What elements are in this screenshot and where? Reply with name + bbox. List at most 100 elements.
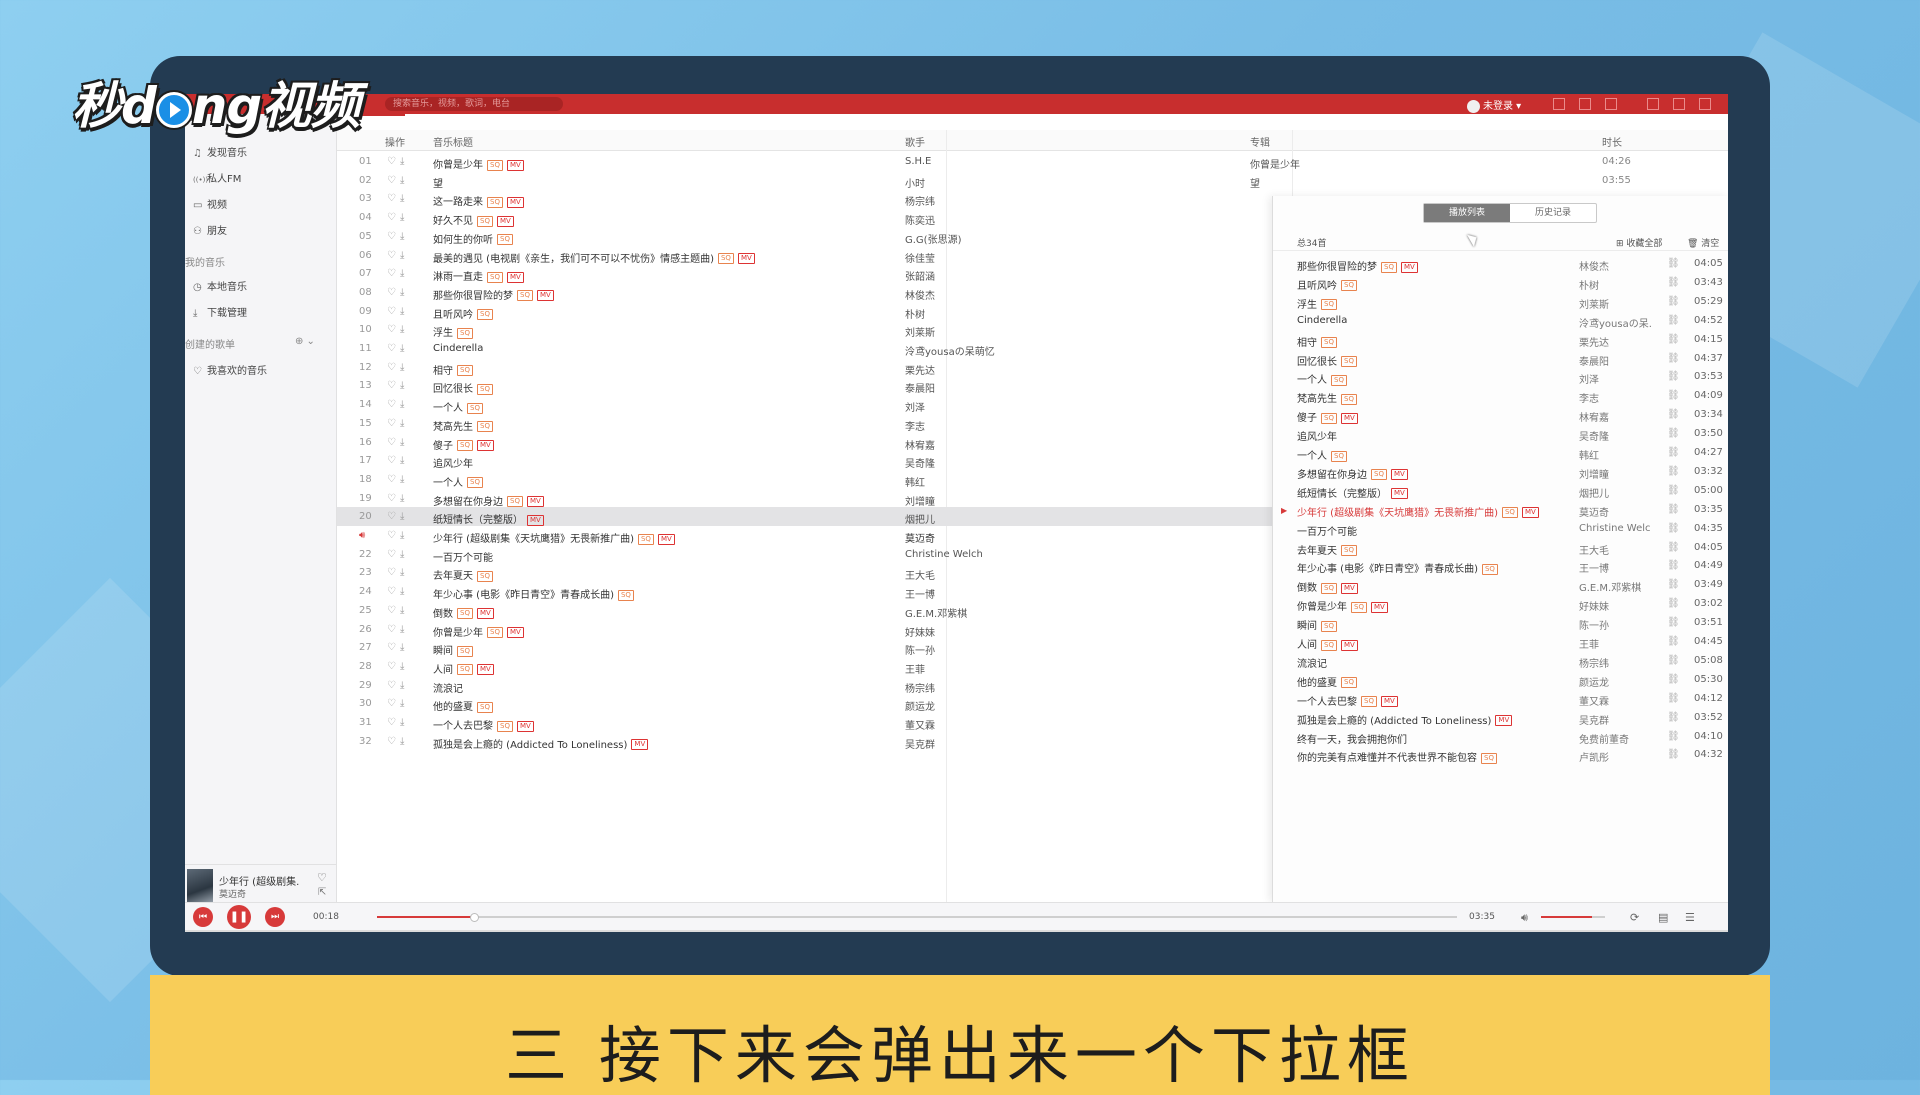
song-artist[interactable]: 王大毛 [905,567,935,582]
sidebar-item-friends[interactable]: ⚇ 朋友 [193,222,227,237]
playlist-song-title[interactable]: 一个人 SQ [1297,371,1347,386]
song-title[interactable]: 一个人 SQ [433,474,483,489]
song-artist[interactable]: 朴树 [905,306,925,321]
link-icon[interactable]: ⛓︎ [1667,466,1680,477]
row-actions[interactable]: ♡⤓ [387,268,408,279]
song-title[interactable]: 纸短情长（完整版） MV [433,511,544,526]
user-menu[interactable]: 未登录 ▾ [1467,97,1521,113]
like-heart-icon[interactable]: ♡ [387,399,400,410]
like-heart-icon[interactable]: ♡ [387,605,400,616]
download-icon[interactable]: ⤓ [400,698,408,709]
song-title[interactable]: 流浪记 [433,680,463,695]
playlist-song-title[interactable]: 终有一天，我会拥抱你们 [1297,731,1407,746]
playlist-song-artist[interactable]: 杨宗纬 [1579,655,1651,670]
row-actions[interactable]: ♡⤓ [387,418,408,429]
link-icon[interactable]: ⛓︎ [1667,598,1680,609]
playlist-song-title[interactable]: 那些你很冒险的梦 SQ MV [1297,258,1418,273]
link-icon[interactable]: ⛓︎ [1667,636,1680,647]
mv-badge[interactable]: MV [1390,469,1408,481]
download-icon[interactable]: ⤓ [400,567,408,578]
row-actions[interactable]: ♡⤓ [387,306,408,317]
song-title[interactable]: 好久不见 SQ MV [433,212,514,227]
like-heart-icon[interactable]: ♡ [387,530,400,541]
download-icon[interactable]: ⤓ [400,717,408,728]
download-icon[interactable]: ⤓ [400,193,408,204]
row-actions[interactable]: ♡⤓ [387,624,408,635]
song-artist[interactable]: 刘泽 [905,399,925,414]
previous-button[interactable]: ⏮ [193,907,213,927]
download-icon[interactable]: ⤓ [400,362,408,373]
playlist-row[interactable]: 多想留在你身边 SQ MV 刘增瞳 ⛓︎ 03:32 [1273,462,1728,481]
sidebar-item-discover[interactable]: ♫ 发现音乐 [193,144,247,159]
download-icon[interactable]: ⤓ [400,268,408,279]
mv-badge[interactable]: MV [1521,507,1539,519]
download-icon[interactable]: ⤓ [400,250,408,261]
mv-badge[interactable]: MV [506,271,524,283]
song-title[interactable]: 倒数 SQ MV [433,605,494,620]
playlist-song-title[interactable]: 去年夏天 SQ [1297,542,1357,557]
sidebar-item-downloads[interactable]: ⤓ 下载管理 [193,304,247,319]
download-icon[interactable]: ⤓ [400,306,408,317]
download-icon[interactable]: ⤓ [400,343,408,354]
mv-badge[interactable]: MV [631,739,649,751]
playlist-song-artist[interactable]: 刘泽 [1579,371,1651,386]
like-heart-icon[interactable]: ♡ [387,306,400,317]
playlist-song-title[interactable]: 他的盛夏 SQ [1297,674,1357,689]
header-album[interactable]: 专辑 [1250,134,1270,149]
song-album[interactable]: 望 [1250,175,1260,190]
playlist-song-artist[interactable]: 泠鸢yousaの呆... [1579,315,1651,330]
sidebar-item-video[interactable]: ▭ 视频 [193,196,227,211]
row-actions[interactable]: ♡⤓ [387,437,408,448]
playlist-row[interactable]: 梵高先生 SQ 李志 ⛓︎ 04:09 [1273,386,1728,405]
playlist-song-artist[interactable]: 林宥嘉 [1579,409,1651,424]
like-heart-icon[interactable]: ♡ [387,736,400,747]
like-heart-icon[interactable]: ♡ [387,642,400,653]
row-actions[interactable]: ♡⤓ [387,698,408,709]
skin-icon[interactable] [1553,98,1565,110]
song-title[interactable]: 淋雨一直走 SQ MV [433,268,524,283]
playlist-song-artist[interactable]: 莫迈奇 [1579,504,1651,519]
playlist-song-artist[interactable]: 颜运龙 [1579,674,1651,689]
link-icon[interactable]: ⛓︎ [1667,749,1680,760]
volume-icon[interactable]: 🔊︎ [1521,911,1528,925]
row-actions[interactable]: ♡⤓ [387,493,408,504]
search-input[interactable]: 搜索音乐，视频，歌词，电台 [385,97,563,111]
song-artist[interactable]: 莫迈奇 [905,530,935,545]
playlist-song-title[interactable]: 一百万个可能 [1297,523,1357,538]
link-icon[interactable]: ⛓︎ [1667,277,1680,288]
sidebar-item-local-music[interactable]: ◷ 本地音乐 [193,278,247,293]
song-title[interactable]: 一百万个可能 [433,549,493,564]
link-icon[interactable]: ⛓︎ [1667,523,1680,534]
song-title[interactable]: 梵高先生 SQ [433,418,493,433]
song-artist[interactable]: 吴克群 [905,736,935,751]
collect-all-button[interactable]: ⊞ 收藏全部 [1616,236,1662,249]
link-icon[interactable]: ⛓︎ [1667,579,1680,590]
playlist-row[interactable]: 浮生 SQ 刘莱斯 ⛓︎ 05:29 [1273,292,1728,311]
table-row[interactable]: 01 ♡⤓ 你曾是少年 SQ MV S.H.E 你曾是少年 04:26 [337,152,1728,171]
link-icon[interactable]: ⛓︎ [1667,353,1680,364]
progress-bar[interactable] [377,913,1457,922]
playlist-song-title[interactable]: 且听风吟 SQ [1297,277,1357,292]
mv-badge[interactable]: MV [506,627,524,638]
playlist-row[interactable]: 那些你很冒险的梦 SQ MV 林俊杰 ⛓︎ 04:05 [1273,254,1728,273]
like-heart-icon[interactable]: ♡ [387,250,400,261]
minimize-icon[interactable] [1647,98,1659,110]
song-artist[interactable]: 刘莱斯 [905,324,935,339]
row-actions[interactable]: ♡⤓ [387,175,408,186]
song-title[interactable]: 这一路走来 SQ MV [433,193,524,208]
mv-badge[interactable]: MV [657,533,675,545]
song-artist[interactable]: 颜运龙 [905,698,935,713]
download-icon[interactable]: ⤓ [400,455,408,466]
playlist-song-title[interactable]: 流浪记 [1297,655,1327,670]
like-heart-icon[interactable]: ♡ [387,324,400,335]
like-heart-icon[interactable]: ♡ [387,231,400,242]
song-artist[interactable]: 林俊杰 [905,287,935,302]
download-icon[interactable]: ⤓ [400,231,408,242]
playlist-song-title[interactable]: 回忆很长 SQ [1297,353,1357,368]
playlist-song-title[interactable]: Cinderella [1297,315,1347,326]
song-title[interactable]: 望 [433,175,443,190]
playlist-song-title[interactable]: 相守 SQ [1297,334,1337,349]
row-actions[interactable]: ♡⤓ [387,605,408,616]
playlist-row[interactable]: 一个人 SQ 刘泽 ⛓︎ 03:53 [1273,367,1728,386]
settings-icon[interactable] [1605,98,1617,110]
